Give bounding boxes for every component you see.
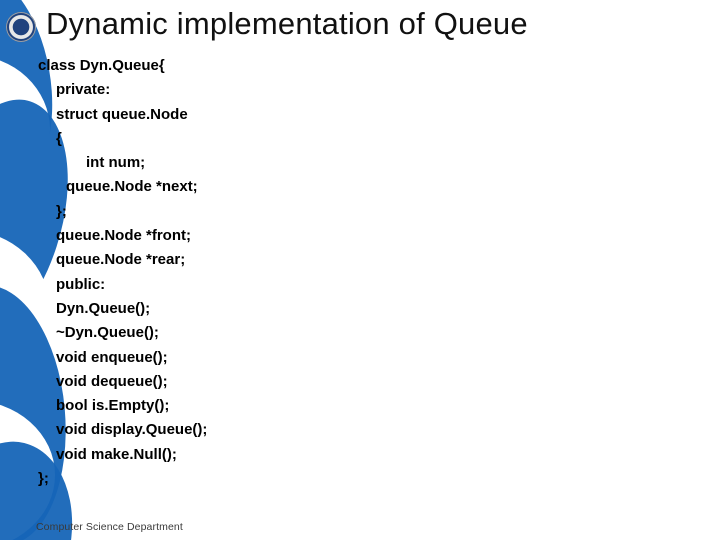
code-line: }; — [38, 467, 207, 491]
code-line: Dyn.Queue(); — [38, 297, 207, 321]
code-line: void display.Queue(); — [38, 418, 207, 442]
code-line: queue.Node *rear; — [38, 248, 207, 272]
code-line: }; — [38, 200, 207, 224]
code-line: void dequeue(); — [38, 370, 207, 394]
slide-title: Dynamic implementation of Queue — [46, 6, 528, 42]
slide-content: Dynamic implementation of Queue class Dy… — [0, 0, 720, 540]
code-line: queue.Node *front; — [38, 224, 207, 248]
code-line: private: — [38, 78, 207, 102]
code-line: bool is.Empty(); — [38, 394, 207, 418]
code-line: void make.Null(); — [38, 443, 207, 467]
university-seal-icon — [6, 12, 36, 42]
code-listing: class Dyn.Queue{ private: struct queue.N… — [38, 54, 207, 491]
code-line: public: — [38, 273, 207, 297]
code-line: queue.Node *next; — [38, 175, 207, 199]
code-line: ~Dyn.Queue(); — [38, 321, 207, 345]
code-line: struct queue.Node — [38, 103, 207, 127]
code-line: int num; — [38, 151, 207, 175]
code-line: class Dyn.Queue{ — [38, 54, 207, 78]
footer-department: Computer Science Department — [36, 521, 183, 533]
code-line: { — [38, 127, 207, 151]
code-line: void enqueue(); — [38, 346, 207, 370]
